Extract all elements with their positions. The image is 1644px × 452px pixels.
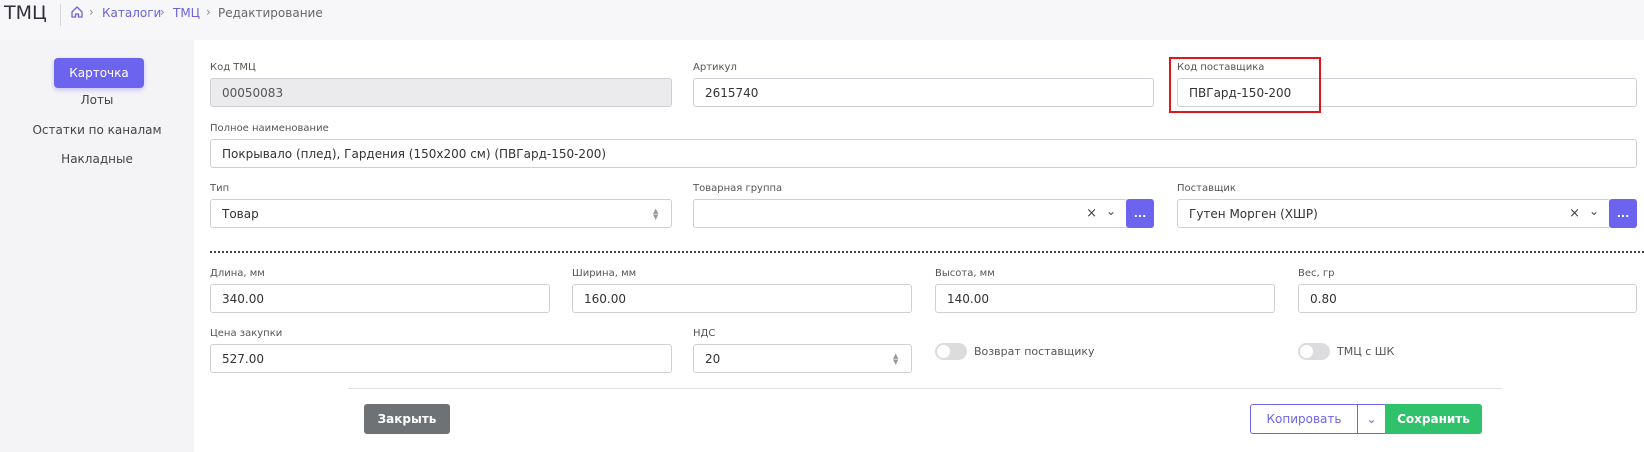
return-to-supplier-label: Возврат поставщику	[974, 345, 1095, 358]
type-value: Товар	[222, 206, 259, 221]
with-barcode-label: ТМЦ с ШК	[1337, 345, 1395, 358]
sort-arrows-icon: ▲ ▼	[893, 352, 899, 366]
length-label: Длина, мм	[210, 268, 265, 279]
breadcrumb-tmc[interactable]: ТМЦ	[173, 6, 200, 20]
weight-label: Вес, гр	[1298, 268, 1335, 279]
width-value: 160.00	[584, 291, 626, 306]
close-button[interactable]: Закрыть	[364, 404, 450, 434]
supplier-label: Поставщик	[1177, 183, 1236, 194]
article-value: 2615740	[705, 85, 759, 100]
page-title: ТМЦ	[4, 2, 47, 24]
purchase-price-label: Цена закупки	[210, 328, 283, 339]
vat-label: НДС	[693, 328, 716, 339]
product-group-label: Товарная группа	[693, 183, 783, 194]
type-select[interactable]: Товар ▲ ▼	[210, 199, 672, 228]
title-separator	[60, 4, 61, 26]
return-to-supplier-toggle[interactable]	[935, 343, 967, 360]
home-icon[interactable]	[70, 5, 84, 19]
height-value: 140.00	[947, 291, 989, 306]
weight-input[interactable]: 0.80	[1298, 284, 1637, 313]
clear-icon[interactable]: ×	[1569, 206, 1580, 221]
chevron-down-icon[interactable]: ⌄	[1106, 204, 1116, 218]
copy-button[interactable]: Копировать	[1250, 404, 1358, 434]
product-group-more-button[interactable]: ...	[1126, 199, 1154, 228]
vat-select[interactable]: 20 ▲ ▼	[693, 344, 912, 373]
section-divider	[210, 251, 1644, 253]
toggle-knob	[937, 345, 950, 358]
code-value: 00050083	[222, 85, 284, 100]
type-label: Тип	[210, 183, 230, 194]
toggle-knob	[1300, 345, 1313, 358]
code-field: 00050083	[210, 78, 672, 107]
chevron-down-icon[interactable]: ⌄	[1589, 204, 1599, 218]
width-label: Ширина, мм	[572, 268, 637, 279]
top-bar: ТМЦ › Каталоги › ТМЦ › Редактирование	[0, 0, 1644, 40]
chevron-right-icon: ›	[206, 5, 211, 19]
sidebar-item-card[interactable]: Карточка	[54, 58, 144, 88]
height-input[interactable]: 140.00	[935, 284, 1275, 313]
purchase-price-input[interactable]: 527.00	[210, 344, 672, 373]
height-label: Высота, мм	[935, 268, 995, 279]
supplier-code-highlight	[1169, 57, 1321, 113]
chevron-right-icon: ›	[160, 5, 165, 19]
clear-icon[interactable]: ×	[1086, 206, 1097, 221]
full-name-label: Полное наименование	[210, 123, 329, 134]
weight-value: 0.80	[1310, 291, 1337, 306]
article-label: Артикул	[693, 62, 737, 73]
save-button[interactable]: Сохранить	[1385, 404, 1482, 434]
length-input[interactable]: 340.00	[210, 284, 550, 313]
copy-dropdown-button[interactable]: ⌄	[1357, 404, 1386, 434]
with-barcode-toggle[interactable]	[1298, 343, 1330, 360]
full-name-input[interactable]: Покрывало (плед), Гардения (150х200 см) …	[210, 139, 1637, 168]
supplier-value: Гутен Морген (ХШР)	[1189, 206, 1318, 221]
breadcrumb-catalogs[interactable]: Каталоги	[102, 6, 161, 20]
sidebar-item-lots[interactable]: Лоты	[0, 93, 194, 107]
purchase-price-value: 527.00	[222, 351, 264, 366]
supplier-select[interactable]: Гутен Морген (ХШР) × ⌄	[1177, 199, 1611, 228]
breadcrumb-current: Редактирование	[218, 6, 323, 20]
sidebar: Карточка Лоты Остатки по каналам Накладн…	[0, 40, 194, 452]
width-input[interactable]: 160.00	[572, 284, 912, 313]
article-input[interactable]: 2615740	[693, 78, 1154, 107]
sort-arrows-icon: ▲ ▼	[653, 207, 659, 221]
full-name-value: Покрывало (плед), Гардения (150х200 см) …	[222, 146, 607, 161]
footer-divider	[348, 388, 1502, 389]
sidebar-item-invoices[interactable]: Накладные	[0, 152, 194, 166]
vat-value: 20	[705, 351, 721, 366]
length-value: 340.00	[222, 291, 264, 306]
supplier-more-button[interactable]: ...	[1609, 199, 1637, 228]
sidebar-item-channel-stock[interactable]: Остатки по каналам	[0, 123, 194, 137]
code-label: Код ТМЦ	[210, 62, 256, 73]
chevron-down-icon: ⌄	[1366, 412, 1377, 426]
chevron-right-icon: ›	[89, 5, 94, 19]
product-group-select[interactable]: × ⌄	[693, 199, 1128, 228]
